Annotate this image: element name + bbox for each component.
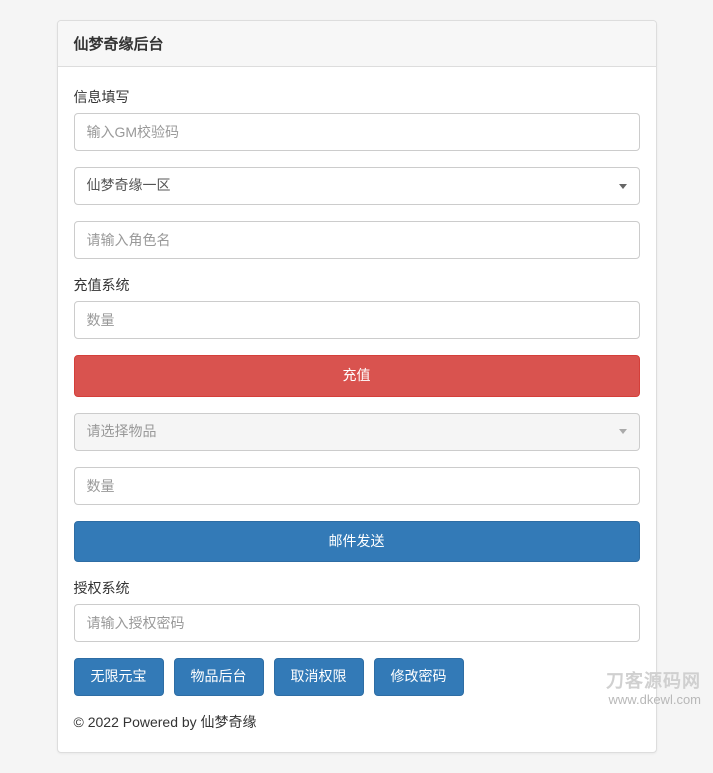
- auth-password-input[interactable]: [74, 604, 640, 642]
- server-select-value: 仙梦奇缘一区: [87, 176, 171, 196]
- item-select-placeholder: 请选择物品: [87, 422, 157, 442]
- item-backend-button[interactable]: 物品后台: [174, 658, 264, 696]
- recharge-quantity-input[interactable]: [74, 301, 640, 339]
- server-select-group: 仙梦奇缘一区: [74, 167, 640, 205]
- recharge-label: 充值系统: [74, 275, 640, 295]
- panel-header: 仙梦奇缘后台: [58, 21, 656, 67]
- caret-down-icon: [619, 429, 627, 434]
- info-section: 信息填写: [74, 87, 640, 151]
- character-group: [74, 221, 640, 259]
- server-select[interactable]: 仙梦奇缘一区: [74, 167, 640, 205]
- item-select[interactable]: 请选择物品: [74, 413, 640, 451]
- unlimited-gold-button[interactable]: 无限元宝: [74, 658, 164, 696]
- gm-code-input[interactable]: [74, 113, 640, 151]
- auth-label: 授权系统: [74, 578, 640, 598]
- auth-section: 授权系统: [74, 578, 640, 642]
- caret-down-icon: [619, 184, 627, 189]
- recharge-section: 充值系统: [74, 275, 640, 339]
- panel-title: 仙梦奇缘后台: [74, 33, 640, 54]
- cancel-permission-button[interactable]: 取消权限: [274, 658, 364, 696]
- recharge-button[interactable]: 充值: [74, 355, 640, 397]
- footer-text: © 2022 Powered by 仙梦奇缘: [74, 712, 640, 732]
- action-button-row: 无限元宝 物品后台 取消权限 修改密码: [74, 658, 640, 696]
- info-label: 信息填写: [74, 87, 640, 107]
- panel-body: 信息填写 仙梦奇缘一区 充值系统 充值 请选择物品: [58, 67, 656, 752]
- character-input[interactable]: [74, 221, 640, 259]
- item-select-group: 请选择物品: [74, 413, 640, 451]
- admin-panel: 仙梦奇缘后台 信息填写 仙梦奇缘一区 充值系统 充值: [57, 20, 657, 753]
- mail-quantity-input[interactable]: [74, 467, 640, 505]
- mail-send-button[interactable]: 邮件发送: [74, 521, 640, 563]
- change-password-button[interactable]: 修改密码: [374, 658, 464, 696]
